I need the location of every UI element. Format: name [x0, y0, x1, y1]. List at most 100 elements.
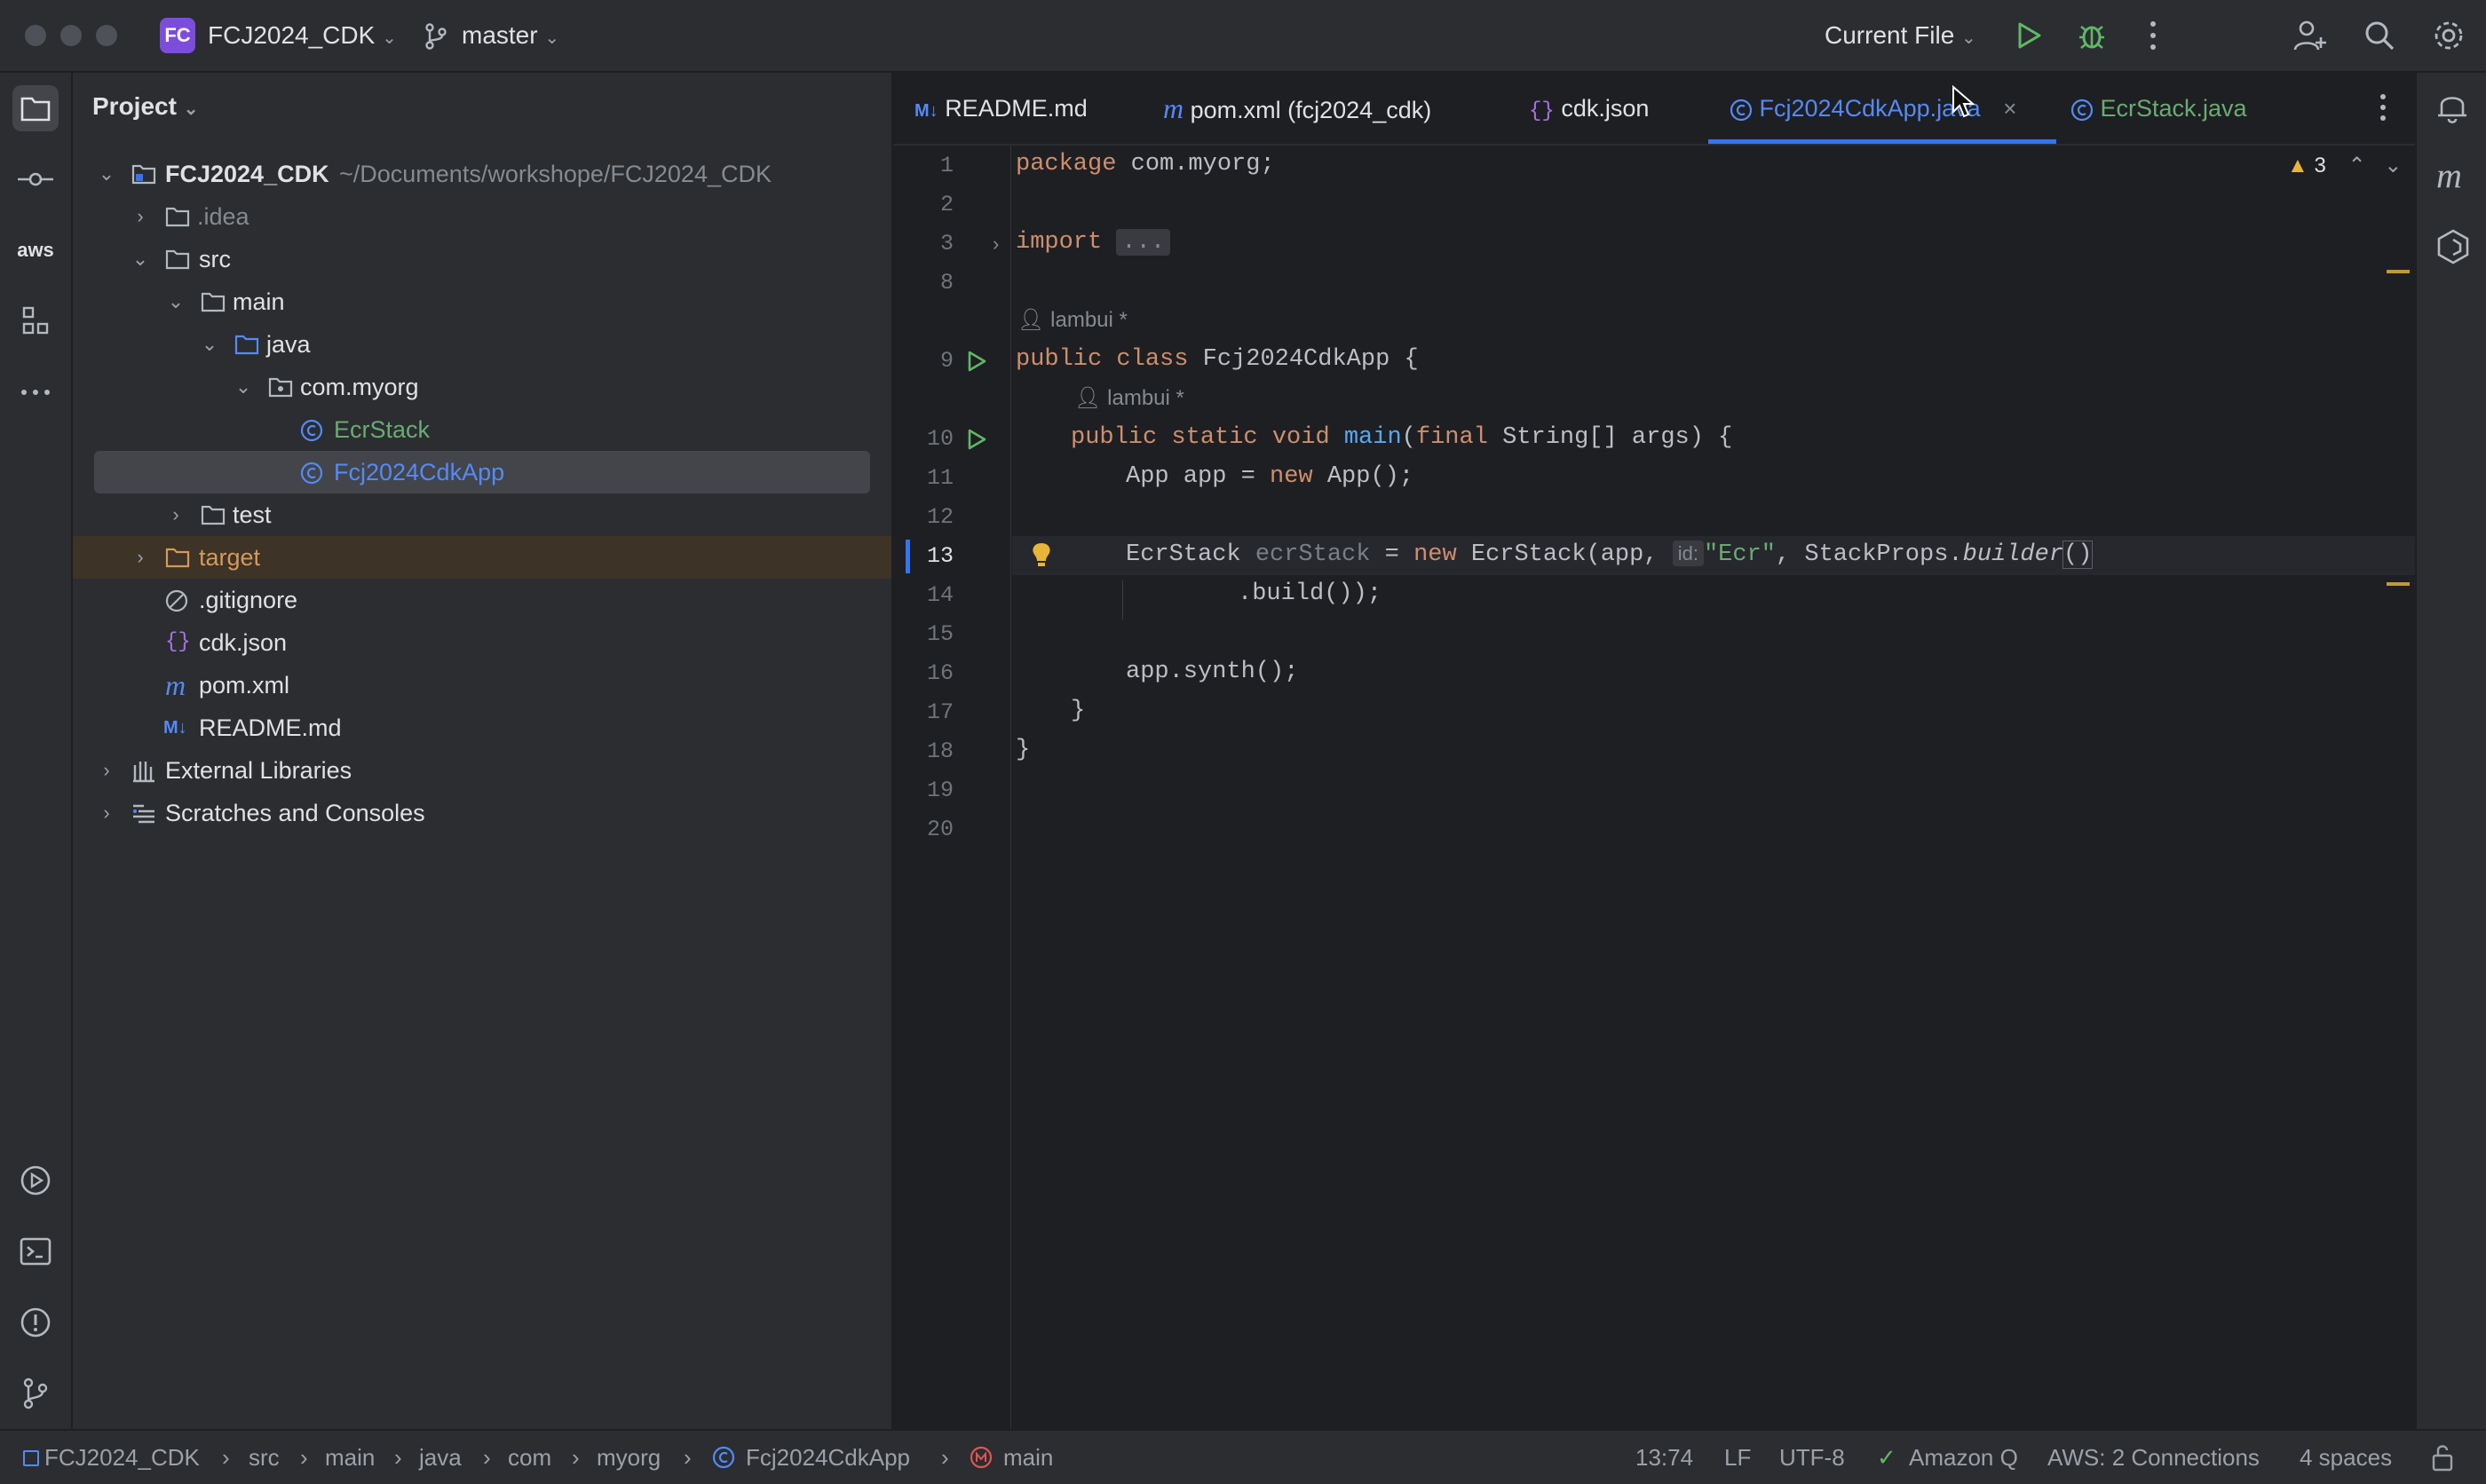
- structure-tool-icon[interactable]: [12, 298, 59, 344]
- tree-label: EcrStack: [334, 416, 431, 443]
- markdown-file-icon: M↓: [914, 101, 938, 121]
- inspection-widget[interactable]: ▲ 3 ⌃ ⌄: [2287, 153, 2402, 178]
- breadcrumb-com[interactable]: com: [508, 1431, 551, 1484]
- tab-readme[interactable]: M↓ README.md: [914, 73, 1088, 144]
- line-number: 1: [939, 153, 954, 178]
- project-tool-icon[interactable]: [12, 85, 59, 131]
- breadcrumb-java[interactable]: java: [419, 1431, 462, 1484]
- minimize-window-button[interactable]: [60, 25, 82, 46]
- zoom-window-button[interactable]: [96, 25, 117, 46]
- fold-chevron-icon[interactable]: ›: [993, 233, 999, 256]
- breadcrumb-method[interactable]: main: [1003, 1431, 1053, 1484]
- caret-position[interactable]: 13:74: [1635, 1431, 1693, 1484]
- code-line-10: public static void main(final String[] a…: [1071, 424, 1733, 451]
- run-config-selector[interactable]: Current File ⌄: [1825, 20, 1976, 54]
- file-encoding[interactable]: UTF-8: [1779, 1431, 1845, 1484]
- breadcrumb-class[interactable]: Fcj2024CdkApp: [746, 1431, 910, 1484]
- tab-pom-xml[interactable]: m pom.xml (fcj2024_cdk): [1163, 73, 1431, 144]
- tree-item-cdk-json[interactable]: {} cdk.json: [73, 621, 891, 664]
- maven-tool-icon[interactable]: m: [2436, 154, 2462, 196]
- run-config-label: Current File: [1825, 21, 1955, 49]
- tree-item-package[interactable]: ⌄ com.myorg: [73, 366, 891, 408]
- lock-open-icon[interactable]: [2431, 1443, 2454, 1472]
- tree-item-java[interactable]: ⌄ java: [73, 323, 891, 366]
- more-tools-icon[interactable]: [12, 369, 59, 415]
- run-gutter-icon[interactable]: [966, 350, 987, 373]
- tree-item-src[interactable]: ⌄ src: [73, 238, 891, 280]
- run-gutter-icon[interactable]: [966, 428, 987, 451]
- breadcrumb-main[interactable]: main: [325, 1431, 375, 1484]
- lightbulb-icon[interactable]: [1030, 541, 1053, 568]
- tab-label: README.md: [945, 95, 1088, 122]
- code-editor[interactable]: package com.myorg; import ... 👤︎ lambui …: [1012, 146, 2415, 1429]
- breadcrumb-root[interactable]: FCJ2024_CDK: [44, 1431, 200, 1484]
- tree-item-root[interactable]: ⌄ FCJ2024_CDK ~/Documents/workshope/FCJ2…: [73, 153, 891, 195]
- chevron-down-icon: ⌄: [167, 290, 185, 312]
- tree-item-gitignore[interactable]: .gitignore: [73, 579, 891, 621]
- chevron-right-icon: ›: [103, 759, 110, 781]
- close-window-button[interactable]: [25, 25, 46, 46]
- tab-options-icon[interactable]: [2378, 92, 2388, 122]
- project-badge[interactable]: FC: [160, 18, 195, 53]
- breadcrumb-myorg[interactable]: myorg: [597, 1431, 661, 1484]
- indent-setting[interactable]: 4 spaces: [2300, 1431, 2392, 1484]
- breadcrumb-separator: ›: [300, 1444, 308, 1471]
- method-icon: [970, 1446, 993, 1469]
- tree-item-readme[interactable]: M↓ README.md: [73, 706, 891, 749]
- aws-connections[interactable]: AWS: 2 Connections: [2047, 1431, 2260, 1484]
- problems-tool-icon[interactable]: [12, 1299, 59, 1346]
- line-number: 12: [926, 504, 954, 530]
- tree-label: src: [199, 246, 231, 272]
- aws-toolkit-icon[interactable]: aws: [12, 227, 59, 273]
- git-tool-icon[interactable]: [12, 1370, 59, 1417]
- line-number: 15: [926, 621, 954, 647]
- tree-label: test: [233, 501, 272, 528]
- tree-item-target[interactable]: › target: [73, 536, 891, 579]
- line-number: 10: [926, 426, 954, 452]
- amazon-q-status[interactable]: Amazon Q: [1909, 1431, 2018, 1484]
- title-bar: FC FCJ2024_CDK ⌄ master ⌄ Current File ⌄: [0, 0, 2486, 73]
- breadcrumb-src[interactable]: src: [249, 1431, 280, 1484]
- services-tool-icon[interactable]: [12, 1157, 59, 1204]
- add-user-icon[interactable]: [2292, 18, 2328, 53]
- tab-label: cdk.json: [1561, 95, 1650, 122]
- project-switcher[interactable]: FCJ2024_CDK ⌄: [208, 20, 397, 54]
- search-icon[interactable]: [2363, 20, 2395, 51]
- commit-tool-icon[interactable]: [12, 156, 59, 202]
- tree-label: Fcj2024CdkApp: [334, 459, 505, 485]
- folder-icon: [165, 206, 190, 227]
- terminal-tool-icon[interactable]: [12, 1228, 59, 1275]
- tree-item-fcj2024cdkapp[interactable]: Fcj2024CdkApp: [94, 451, 870, 493]
- notifications-bell-icon[interactable]: [2436, 89, 2468, 124]
- aws-toolkit-hex-icon[interactable]: [2436, 229, 2470, 264]
- project-panel-header[interactable]: Project ⌄: [92, 92, 198, 121]
- settings-gear-icon[interactable]: [2433, 20, 2465, 51]
- tree-item-external-libraries[interactable]: › External Libraries: [73, 749, 891, 792]
- run-icon[interactable]: [2015, 21, 2042, 50]
- chevron-down-icon: ⌄: [131, 248, 149, 270]
- indent-guide: [1122, 580, 1123, 620]
- more-vertical-icon[interactable]: [2147, 20, 2159, 51]
- tree-item-main[interactable]: ⌄ main: [73, 280, 891, 323]
- debug-icon[interactable]: [2078, 20, 2106, 51]
- tree-item-pom-xml[interactable]: m pom.xml: [73, 664, 891, 706]
- tree-label: FCJ2024_CDK: [165, 161, 329, 187]
- tab-ecrstack-java[interactable]: EcrStack.java: [2070, 73, 2247, 144]
- tree-item-idea[interactable]: › .idea: [73, 195, 891, 238]
- line-number: 16: [926, 660, 954, 686]
- tree-item-ecrstack[interactable]: EcrStack: [73, 408, 891, 451]
- chevron-up-icon[interactable]: ⌃: [2347, 154, 2365, 178]
- chevron-down-icon[interactable]: ⌄: [2384, 154, 2402, 178]
- tree-item-test[interactable]: › test: [73, 493, 891, 536]
- tree-label: com.myorg: [300, 374, 419, 400]
- tab-cdk-json[interactable]: {} cdk.json: [1529, 73, 1649, 144]
- class-icon: [300, 462, 323, 485]
- line-number: 19: [926, 778, 954, 803]
- breadcrumb-separator: ›: [394, 1444, 402, 1471]
- scratches-icon: [131, 802, 154, 824]
- warning-icon: ▲: [2287, 154, 2308, 178]
- tree-item-scratches[interactable]: › Scratches and Consoles: [73, 792, 891, 834]
- branch-switcher[interactable]: master ⌄: [462, 20, 559, 54]
- line-separator[interactable]: LF: [1724, 1431, 1751, 1484]
- close-tab-icon[interactable]: ×: [2003, 95, 2016, 122]
